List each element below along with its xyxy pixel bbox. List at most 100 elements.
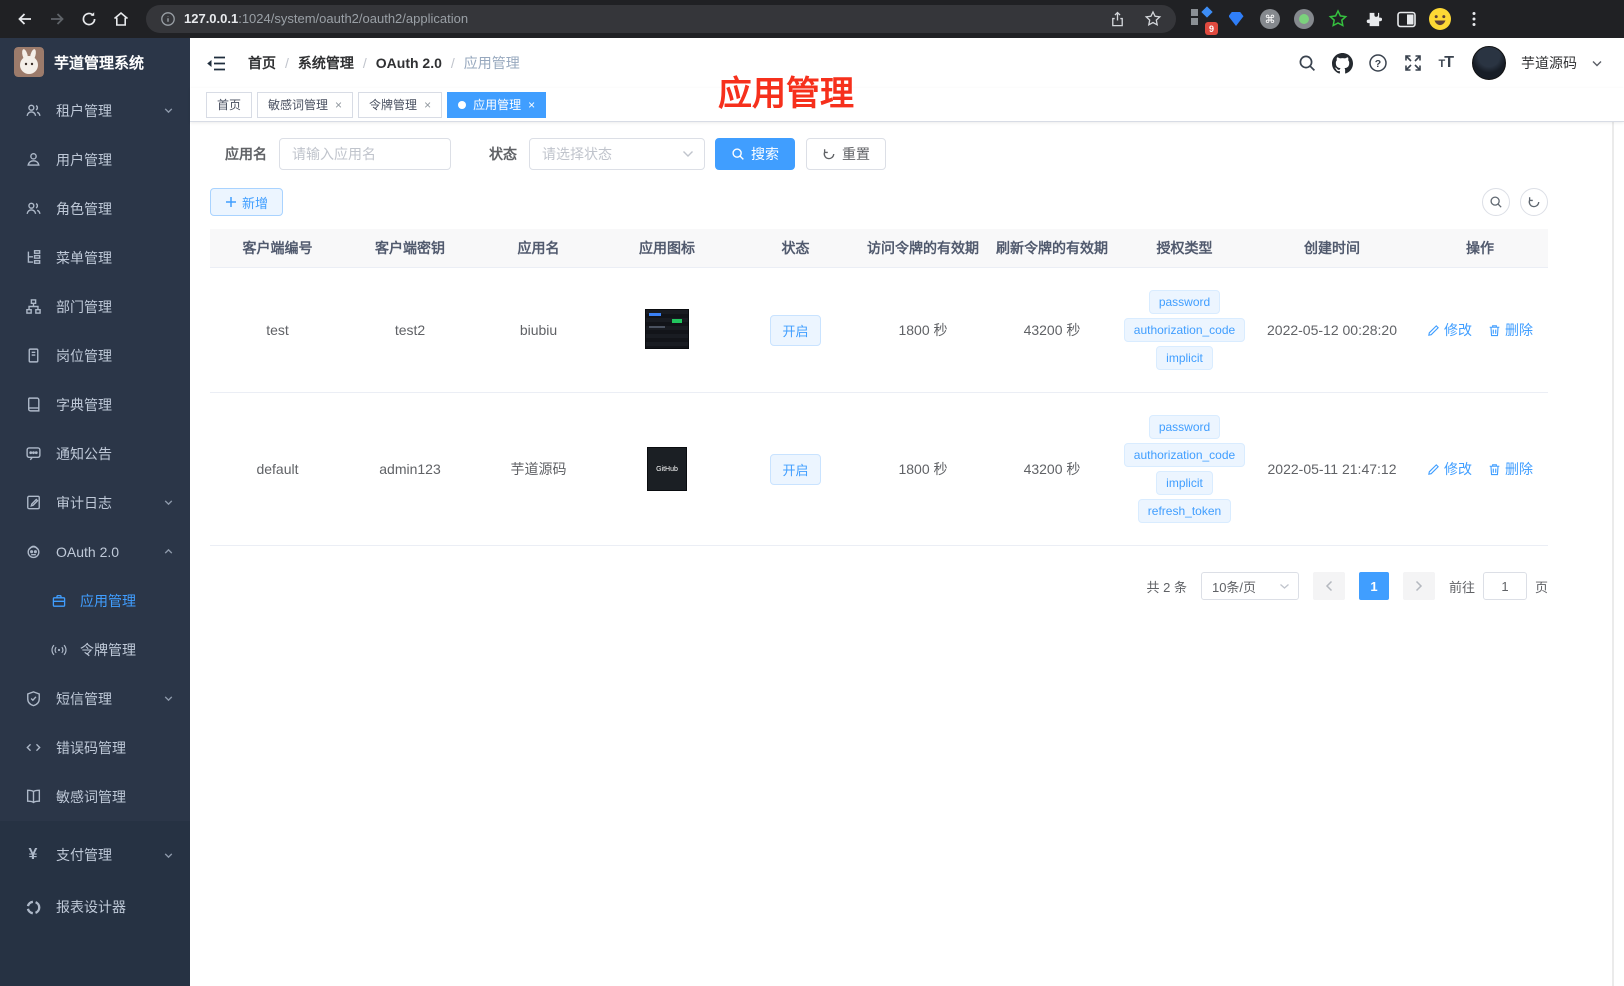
caret-down-icon[interactable] xyxy=(1592,60,1602,67)
font-size-icon[interactable]: TT xyxy=(1438,54,1453,72)
sidebar-item-role[interactable]: 角色管理 xyxy=(0,184,190,233)
breadcrumb-oauth[interactable]: OAuth 2.0 xyxy=(376,55,442,71)
sidebar-item-user[interactable]: 用户管理 xyxy=(0,135,190,184)
chevron-down-icon xyxy=(163,497,174,508)
extension-record-icon[interactable] xyxy=(1291,6,1317,32)
home-button[interactable] xyxy=(106,4,136,34)
broadcast-icon xyxy=(50,642,68,658)
forward-button[interactable] xyxy=(42,4,72,34)
back-button[interactable] xyxy=(10,4,40,34)
side-panel-icon[interactable] xyxy=(1393,6,1419,32)
sidebar-item-report[interactable]: 报表设计器 xyxy=(0,881,190,933)
username[interactable]: 芋道源码 xyxy=(1521,53,1577,73)
extension-command-icon[interactable]: ⌘ xyxy=(1257,6,1283,32)
table-refresh-icon[interactable] xyxy=(1520,188,1548,216)
sidebar-item-oauth-app[interactable]: 应用管理 xyxy=(0,576,190,625)
app-logo[interactable]: 芋道管理系统 xyxy=(0,38,190,86)
url-bar[interactable]: 127.0.0.1:1024/system/oauth2/oauth2/appl… xyxy=(146,5,1176,33)
tab-sensitive[interactable]: 敏感词管理 × xyxy=(257,91,354,118)
close-icon[interactable]: × xyxy=(528,98,535,112)
sidebar-item-sms[interactable]: 短信管理 xyxy=(0,674,190,723)
sidebar-item-pay[interactable]: ¥ 支付管理 xyxy=(0,829,190,881)
edit-link[interactable]: 修改 xyxy=(1427,320,1472,340)
share-icon[interactable] xyxy=(1109,11,1126,28)
chevron-down-icon xyxy=(163,693,174,704)
sidebar-item-sensitive[interactable]: 敏感词管理 xyxy=(0,772,190,821)
goto-page-input[interactable] xyxy=(1482,572,1527,600)
profile-avatar-icon[interactable] xyxy=(1427,6,1453,32)
help-icon[interactable]: ? xyxy=(1368,53,1388,73)
sidebar-item-dict[interactable]: 字典管理 xyxy=(0,380,190,429)
tab-token[interactable]: 令牌管理 × xyxy=(358,91,443,118)
prev-page-button[interactable] xyxy=(1312,572,1345,600)
actions-cell: 修改 删除 xyxy=(1416,459,1544,479)
extensions-puzzle-icon[interactable] xyxy=(1359,6,1385,32)
sidebar-item-label: OAuth 2.0 xyxy=(56,543,120,560)
status-cell: 开启 xyxy=(732,305,859,356)
sidebar-item-label: 角色管理 xyxy=(56,200,112,217)
status-select[interactable]: 请选择状态 xyxy=(529,138,705,170)
sidebar-item-dept[interactable]: 部门管理 xyxy=(0,282,190,331)
svg-text:?: ? xyxy=(1375,58,1381,70)
sidebar-item-oauth[interactable]: OAuth 2.0 xyxy=(0,527,190,576)
code-icon xyxy=(24,739,42,756)
breadcrumb-home[interactable]: 首页 xyxy=(248,53,276,73)
delete-link[interactable]: 删除 xyxy=(1488,320,1533,340)
role-users-icon xyxy=(24,200,42,217)
sidebar-item-label: 字典管理 xyxy=(56,396,112,413)
delete-link[interactable]: 删除 xyxy=(1488,459,1533,479)
app-name-input[interactable] xyxy=(279,138,451,170)
extension-star-icon[interactable] xyxy=(1325,6,1351,32)
grant-tag: implicit xyxy=(1156,346,1213,370)
search-icon[interactable] xyxy=(1297,53,1317,73)
tab-application[interactable]: 应用管理 × xyxy=(447,91,547,118)
browser-chrome: 127.0.0.1:1024/system/oauth2/oauth2/appl… xyxy=(0,0,1624,38)
add-button[interactable]: 新增 xyxy=(210,188,284,216)
breadcrumb: 首页 / 系统管理 / OAuth 2.0 / 应用管理 xyxy=(248,53,520,73)
sidebar-item-menu[interactable]: 菜单管理 xyxy=(0,233,190,282)
reload-button[interactable] xyxy=(74,4,104,34)
page-size-select[interactable]: 10条/页 xyxy=(1200,572,1299,600)
info-icon[interactable] xyxy=(160,11,176,27)
close-icon[interactable]: × xyxy=(335,98,342,112)
grant-tag: authorization_code xyxy=(1123,318,1246,342)
next-page-button[interactable] xyxy=(1402,572,1435,600)
sidebar-item-post[interactable]: 岗位管理 xyxy=(0,331,190,380)
status-badge: 开启 xyxy=(770,314,821,346)
sidebar-item-tenant[interactable]: 租户管理 xyxy=(0,86,190,135)
user-icon xyxy=(24,151,42,168)
tab-home[interactable]: 首页 xyxy=(206,91,253,118)
breadcrumb-system[interactable]: 系统管理 xyxy=(298,53,354,73)
sidebar-toggle[interactable] xyxy=(206,55,226,72)
fullscreen-icon[interactable] xyxy=(1403,53,1423,73)
refresh-icon xyxy=(823,149,835,160)
edit-link[interactable]: 修改 xyxy=(1427,459,1472,479)
sidebar-item-label: 支付管理 xyxy=(56,847,112,863)
bookmark-star-icon[interactable] xyxy=(1144,10,1162,28)
reset-button[interactable]: 重置 xyxy=(806,138,886,170)
chevron-down-icon xyxy=(163,850,174,861)
sidebar-item-audit[interactable]: 审计日志 xyxy=(0,478,190,527)
client-secret-cell: test2 xyxy=(394,322,426,338)
search-button[interactable]: 搜索 xyxy=(715,138,795,170)
extension-grid-icon[interactable]: 9 xyxy=(1189,6,1218,35)
user-avatar[interactable] xyxy=(1472,46,1506,80)
url-path: :1024/system/oauth2/oauth2/application xyxy=(238,11,469,26)
client-id-cell: default xyxy=(256,461,299,477)
extension-badge: 9 xyxy=(1205,22,1218,35)
sidebar-item-notice[interactable]: 通知公告 xyxy=(0,429,190,478)
extension-gem-icon[interactable] xyxy=(1223,6,1249,32)
sidebar-item-oauth-token[interactable]: 令牌管理 xyxy=(0,625,190,674)
table-search-icon[interactable] xyxy=(1482,188,1510,216)
github-icon[interactable] xyxy=(1332,52,1354,74)
app-title: 芋道管理系统 xyxy=(54,54,145,72)
sidebar-item-errcode[interactable]: 错误码管理 xyxy=(0,723,190,772)
shield-check-icon xyxy=(24,690,42,707)
page-number-1[interactable]: 1 xyxy=(1358,572,1389,600)
pencil-icon xyxy=(1428,463,1439,475)
app-name-cell: 芋道源码 xyxy=(510,461,567,477)
page-content: 应用名 状态 请选择状态 搜索 xyxy=(190,122,1624,600)
close-icon[interactable]: × xyxy=(424,98,431,112)
browser-menu-icon[interactable] xyxy=(1461,6,1487,32)
filter-form: 应用名 状态 请选择状态 搜索 xyxy=(210,138,1548,170)
